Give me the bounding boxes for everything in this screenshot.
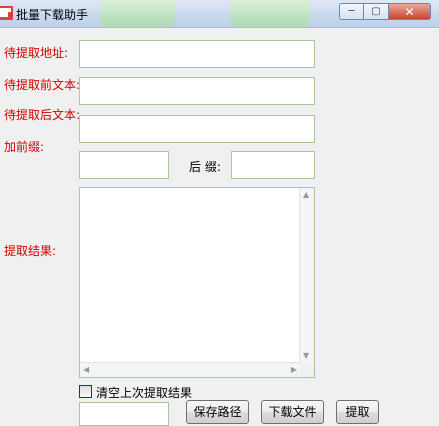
minimize-icon: ─ [348, 5, 355, 17]
url-label: 待提取地址: [4, 46, 69, 60]
clear-last-label[interactable]: 清空上次提取结果 [96, 384, 192, 401]
app-icon [0, 6, 13, 20]
result-vertical-scrollbar[interactable]: ▲ ▼ [299, 188, 314, 363]
result-label: 提取结果: [4, 244, 57, 258]
url-field-box [79, 40, 315, 68]
window-controls: ─ ▢ ✕ [339, 3, 431, 20]
minimize-button[interactable]: ─ [339, 3, 364, 20]
scroll-left-icon[interactable]: ◀ [83, 366, 89, 374]
scroll-right-icon[interactable]: ▶ [291, 366, 297, 374]
extract-button[interactable]: 提取 [336, 400, 379, 424]
scroll-down-icon[interactable]: ▼ [303, 352, 309, 360]
before-text-field-box [79, 77, 315, 105]
maximize-button[interactable]: ▢ [364, 3, 389, 20]
maximize-icon: ▢ [371, 5, 381, 17]
window-title: 批量下载助手 [16, 8, 89, 22]
suffix-input[interactable] [232, 152, 314, 178]
after-text-field-box [79, 115, 315, 143]
scroll-up-icon[interactable]: ▲ [303, 191, 309, 199]
close-button[interactable]: ✕ [389, 3, 431, 20]
suffix-field-box [231, 151, 315, 179]
before-text-input[interactable] [80, 78, 314, 104]
download-file-button[interactable]: 下载文件 [261, 400, 324, 424]
save-path-button[interactable]: 保存路径 [186, 400, 249, 424]
path-input[interactable] [80, 403, 168, 425]
scrollbar-corner [300, 363, 314, 377]
result-textarea[interactable]: ▲ ▼ ◀ ▶ [79, 187, 315, 378]
result-horizontal-scrollbar[interactable]: ◀ ▶ [80, 362, 300, 377]
suffix-label: 后 缀: [189, 160, 221, 174]
before-text-label: 待提取前文本: [4, 78, 81, 92]
prefix-field-box [79, 151, 169, 179]
after-text-input[interactable] [80, 116, 314, 142]
path-field-box [79, 402, 169, 426]
title-glow-decoration [100, 0, 175, 27]
clear-last-checkbox[interactable] [79, 385, 92, 398]
close-icon: ✕ [404, 4, 415, 19]
title-bar: 批量下载助手 ─ ▢ ✕ [0, 0, 439, 28]
prefix-input[interactable] [80, 152, 168, 178]
url-input[interactable] [80, 41, 314, 67]
prefix-label: 加前缀: [4, 140, 45, 154]
after-text-label: 待提取后文本: [4, 108, 81, 122]
title-glow-decoration [230, 0, 310, 27]
